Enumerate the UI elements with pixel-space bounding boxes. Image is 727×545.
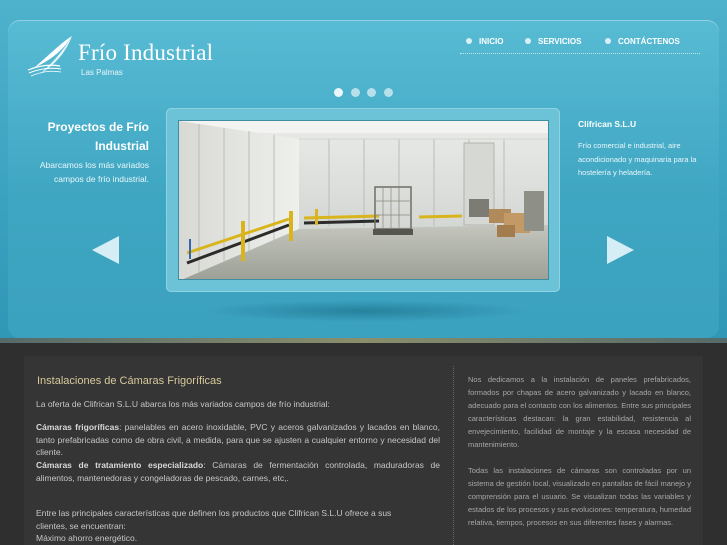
nav-item-label: SERVICIOS xyxy=(538,37,582,46)
logo[interactable]: Frío Industrial Las Palmas xyxy=(26,34,226,84)
next-arrow-icon xyxy=(607,236,634,264)
nav-item-label: CONTÁCTENOS xyxy=(618,37,680,46)
slider-dot-2[interactable] xyxy=(351,88,360,97)
content-intro: La oferta de Clifrican S.L.U abarca los … xyxy=(36,399,330,409)
nav-bullet-icon xyxy=(525,38,531,44)
logo-swoosh-icon xyxy=(27,36,72,77)
hero-right-text: Frío comercial e industrial, aire acondi… xyxy=(578,141,697,177)
nav-item-inicio[interactable]: INICIO xyxy=(466,37,503,46)
main-nav: INICIO SERVICIOS CONTÁCTENOS xyxy=(463,34,700,54)
section-title: Instalaciones de Cámaras Frigoríficas xyxy=(37,375,222,387)
next-slide-button[interactable] xyxy=(606,235,634,270)
prev-arrow-icon xyxy=(92,236,119,264)
content-feature-1: Máximo ahorro energético. xyxy=(36,533,138,543)
slide-shadow xyxy=(200,300,530,322)
slider-dot-3[interactable] xyxy=(367,88,376,97)
content-right-paragraph-2: Todas las instalaciones de cámaras son c… xyxy=(468,466,691,527)
nav-item-label: INICIO xyxy=(479,37,504,46)
hero-divider xyxy=(0,338,727,343)
hero-right-title: Clifrican S.L.U xyxy=(578,119,637,129)
content-item-1: Cámaras frigoríficas: panelables en acer… xyxy=(36,421,440,459)
slider-dot-4[interactable] xyxy=(384,88,393,97)
hero-left-text: Abarcamos los más variados campos de frí… xyxy=(39,160,149,184)
hero-left-title: Proyectos de Frío Industrial xyxy=(47,120,149,153)
brand-subtitle: Las Palmas xyxy=(81,68,123,77)
content-right-paragraph-1: Nos dedicamos a la instalación de panele… xyxy=(468,375,691,449)
nav-item-servicios[interactable]: SERVICIOS xyxy=(525,37,581,46)
nav-item-contactenos[interactable]: CONTÁCTENOS xyxy=(605,37,680,46)
prev-slide-button[interactable] xyxy=(92,235,120,270)
content-divider xyxy=(453,366,454,545)
content-item-2-label: Cámaras de tratamiento especializado xyxy=(36,460,204,470)
brand-title: Frío Industrial xyxy=(78,40,214,65)
slide-image[interactable] xyxy=(178,120,549,280)
content-features-intro: Entre las principales características qu… xyxy=(36,508,392,531)
content-item-1-label: Cámaras frigoríficas xyxy=(36,422,120,432)
nav-bullet-icon xyxy=(466,38,472,44)
nav-bullet-icon xyxy=(605,38,611,44)
content-item-2: Cámaras de tratamiento especializado: Cá… xyxy=(36,459,440,484)
nav-divider xyxy=(460,53,700,54)
cold-room-photo xyxy=(179,121,548,279)
slider-dot-1[interactable] xyxy=(334,88,343,97)
